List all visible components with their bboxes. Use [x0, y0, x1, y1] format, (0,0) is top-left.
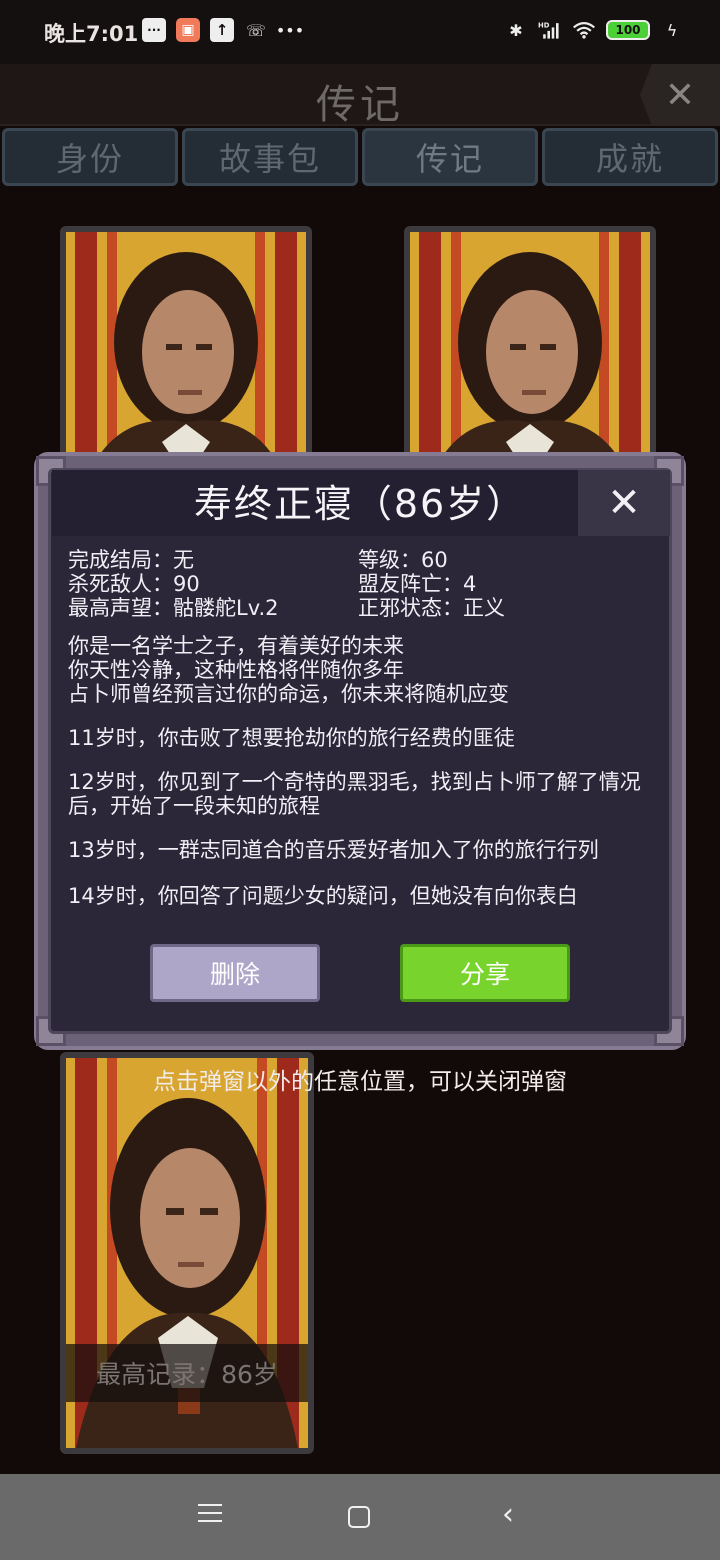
home-button[interactable] [348, 1506, 370, 1528]
tab-label: 身份 [55, 140, 124, 178]
delete-button[interactable]: 删除 [150, 944, 320, 1002]
event-line: 13岁时，一群志同道合的音乐爱好者加入了你的旅行行列 [68, 838, 599, 862]
tab-identity[interactable]: 身份 [2, 128, 178, 186]
page-title: 传记 [316, 82, 404, 128]
page-close-button[interactable]: ✕ [640, 64, 720, 126]
more-icon: ••• [275, 20, 305, 40]
tab-label: 成就 [595, 140, 664, 178]
hd-label: HD [538, 21, 550, 29]
message-icon: ··· [142, 18, 166, 42]
intro-line: 你是一名学士之子，有着美好的未来 [68, 634, 404, 658]
dialog-title: 寿终正寝（86岁） [193, 482, 527, 526]
stat-ending: 完成结局：无 [68, 548, 194, 572]
app-notification-icon: ▣ [176, 18, 200, 42]
app-root: 晚上7:01 ··· ▣ ↑ ☏ ••• ✱ HD 100 ϟ 传记 ✕ 身份 … [0, 0, 720, 1560]
stat-level: 等级：60 [358, 548, 448, 572]
tab-biography[interactable]: 传记 [362, 128, 538, 186]
intro-line: 占卜师曾经预言过你的命运，你未来将随机应变 [68, 682, 509, 706]
biography-card[interactable]: 最高记录：86岁 [60, 1052, 314, 1454]
stat-alignment: 正邪状态：正义 [358, 596, 505, 620]
stats-block: 完成结局：无 等级：60 杀死敌人：90 盟友阵亡：4 最高声望：骷髅舵Lv.2… [68, 548, 648, 620]
character-portrait [66, 232, 306, 460]
bluetooth-icon: ✱ [509, 20, 523, 40]
tab-label: 传记 [415, 140, 484, 178]
wifi-icon [572, 18, 596, 42]
intro-text: 你是一名学士之子，有着美好的未来 你天性冷静，这种性格将伴随你多年 占卜师曾经预… [68, 634, 658, 706]
battery-icon: 100 [606, 20, 650, 40]
tab-achievements[interactable]: 成就 [542, 128, 718, 186]
status-time: 晚上7:01 [44, 22, 139, 46]
signal-icon: HD [538, 18, 562, 42]
close-icon: ✕ [664, 74, 696, 116]
title-bar: 传记 ✕ [0, 64, 720, 128]
biography-card[interactable] [404, 226, 656, 466]
record-label: 最高记录：86岁 [66, 1344, 308, 1402]
event-line: 14岁时，你回答了问题少女的疑问，但她没有向你表白 [68, 884, 578, 908]
back-button[interactable]: ‹ [502, 1500, 514, 1530]
tab-label: 故事包 [218, 140, 321, 178]
dismiss-hint: 点击弹窗以外的任意位置，可以关闭弹窗 [153, 1069, 567, 1095]
stat-kills: 杀死敌人：90 [68, 572, 200, 596]
status-bar: 晚上7:01 ··· ▣ ↑ ☏ ••• ✱ HD 100 ϟ [0, 0, 720, 64]
tab-story-pack[interactable]: 故事包 [182, 128, 358, 186]
biography-card[interactable] [60, 226, 312, 466]
upload-icon: ↑ [210, 18, 234, 42]
event-line: 11岁时，你击败了想要抢劫你的旅行经费的匪徒 [68, 726, 515, 750]
recent-apps-button[interactable] [198, 1504, 222, 1526]
charging-icon: ϟ [666, 20, 678, 40]
share-button[interactable]: 分享 [400, 944, 570, 1002]
intro-line: 你天性冷静，这种性格将伴随你多年 [68, 658, 404, 682]
system-nav-bar: ‹ [0, 1474, 720, 1560]
close-icon: ✕ [607, 480, 641, 526]
character-portrait [410, 232, 650, 460]
tab-bar: 身份 故事包 传记 成就 [0, 128, 720, 190]
stat-top-reputation: 最高声望：骷髅舵Lv.2 [68, 596, 279, 620]
status-notification-icons: ··· ▣ ↑ ☏ ••• [142, 18, 305, 42]
event-line: 12岁时，你见到了一个奇特的黑羽毛，找到占卜师了解了情况后，开始了一段未知的旅程 [68, 770, 641, 818]
status-system-icons: ✱ HD 100 ϟ [504, 18, 684, 42]
stat-allies-lost: 盟友阵亡：4 [358, 572, 477, 596]
dialog-close-button[interactable]: ✕ [578, 470, 670, 536]
missed-call-icon: ☏ [245, 20, 266, 40]
